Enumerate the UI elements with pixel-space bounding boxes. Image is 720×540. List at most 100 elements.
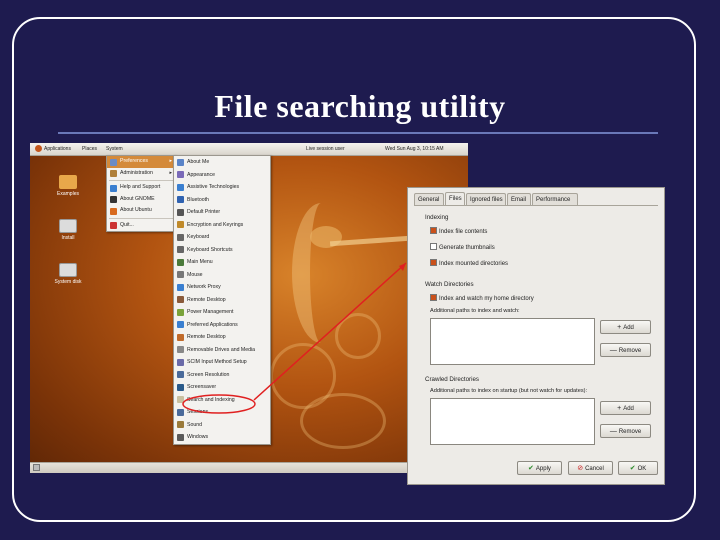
preferences-menu-item[interactable]: Screen Resolution — [174, 369, 270, 382]
preferences-menu-item[interactable]: Power Management — [174, 306, 270, 319]
ok-button[interactable]: ✔ OK — [618, 461, 658, 475]
preferences-menu-item[interactable]: About Me — [174, 156, 270, 169]
indexing-section-title: Indexing — [425, 214, 449, 221]
applications-menu[interactable]: Applications — [44, 146, 71, 152]
menu-item-icon — [110, 207, 117, 215]
drive-icon — [59, 263, 77, 277]
system-menu-item[interactable]: About GNOME — [107, 194, 175, 206]
watch-remove-button[interactable]: — Remove — [600, 343, 651, 357]
desktop-icon-disk[interactable]: System disk — [46, 263, 90, 285]
generate-thumbnails-checkbox[interactable]: Generate thumbnails — [430, 243, 495, 251]
places-menu[interactable]: Places — [82, 146, 97, 152]
system-menu-item[interactable]: Preferences ▸ — [107, 156, 175, 168]
menu-item-label: Sessions — [187, 409, 209, 415]
menu-item-icon — [177, 383, 184, 391]
system-menu-item[interactable]: Administration ▸ — [107, 168, 175, 180]
crawled-paths-list[interactable] — [430, 398, 595, 445]
tab-email[interactable]: Email — [507, 193, 531, 205]
menu-item-label: Remote Desktop — [187, 296, 226, 303]
menu-item-icon — [110, 196, 117, 203]
preferences-menu-item[interactable]: Sessions — [174, 406, 270, 419]
index-mounted-dirs-checkbox[interactable]: Index mounted directories — [430, 259, 508, 267]
menu-item-label: Preferences — [120, 158, 148, 164]
submenu-arrow-icon: ▸ — [169, 169, 172, 176]
plus-icon: + — [617, 324, 622, 331]
menu-item-label: About GNOME — [120, 195, 155, 202]
preferences-menu-item[interactable]: Preferred Applications — [174, 319, 270, 332]
preferences-menu-item[interactable]: Remote Desktop — [174, 294, 270, 307]
desktop-icon-examples[interactable]: Examples — [46, 175, 90, 197]
system-menu[interactable]: System — [106, 146, 123, 152]
menu-item-icon — [177, 183, 184, 191]
crawled-add-button[interactable]: + Add — [600, 401, 651, 415]
menu-item-icon — [177, 258, 184, 266]
preferences-menu-item[interactable]: Bluetooth — [174, 194, 270, 207]
desktop-icon-label: Examples — [57, 191, 79, 197]
preferences-menu-item[interactable]: Keyboard — [174, 231, 270, 244]
menu-item-icon — [110, 222, 117, 229]
system-menu-item[interactable]: Help and Support — [107, 182, 175, 194]
menu-item-label: Remote Desktop — [187, 334, 226, 340]
menu-item-icon — [110, 170, 117, 177]
tab-files[interactable]: Files — [445, 192, 465, 205]
crawled-remove-button[interactable]: — Remove — [600, 424, 651, 438]
panel-clock[interactable]: Wed Sun Aug 3, 10:15 AM — [385, 146, 444, 152]
search-and-indexing-item[interactable]: Search and Indexing — [174, 394, 270, 407]
menu-item-icon — [177, 171, 184, 178]
menu-separator — [109, 217, 173, 219]
preferences-menu-item[interactable]: Default Printer — [174, 206, 270, 219]
menu-item-icon — [177, 271, 184, 278]
cancel-button[interactable]: ⊘ Cancel — [568, 461, 613, 475]
preferences-menu-item[interactable]: Assistive Technologies — [174, 181, 270, 194]
desktop-icon-install[interactable]: Install — [46, 219, 90, 241]
menu-item-label: Windows — [187, 434, 209, 440]
preferences-menu-item[interactable]: Sound — [174, 419, 270, 432]
button-label: Remove — [618, 429, 642, 435]
preferences-menu-item[interactable]: Removable Drives and Media — [174, 344, 270, 357]
menu-item-icon — [177, 433, 184, 441]
tab-performance[interactable]: Performance — [532, 193, 578, 205]
preferences-menu-item[interactable]: Keyboard Shortcuts — [174, 244, 270, 257]
wallpaper-swirl — [300, 393, 386, 449]
menu-item-label: Keyboard — [187, 234, 210, 240]
submenu-arrow-icon: ▸ — [169, 158, 172, 164]
menu-item-label: Keyboard Shortcuts — [187, 246, 233, 253]
preferences-menu-item[interactable]: Network Proxy — [174, 281, 270, 294]
button-label: OK — [637, 466, 647, 472]
apply-button[interactable]: ✔ Apply — [517, 461, 562, 475]
preferences-menu-item[interactable]: Encryption and Keyrings — [174, 219, 270, 232]
installer-icon — [59, 219, 77, 233]
session-user[interactable]: Live session user — [306, 146, 345, 152]
desktop-icon-label: System disk — [54, 279, 82, 285]
wallpaper-swirl — [335, 313, 381, 359]
title-divider — [58, 132, 658, 134]
preferences-menu-item[interactable]: Screensaver — [174, 381, 270, 394]
menu-item-icon — [177, 233, 184, 241]
system-menu-item[interactable]: About Ubuntu — [107, 205, 175, 217]
desktop-screenshot: Applications Places System Live session … — [30, 143, 468, 473]
menu-item-icon — [177, 371, 184, 378]
menu-item-icon — [177, 396, 184, 403]
tab-ignored-files[interactable]: Ignored files — [466, 193, 506, 205]
preferences-menu-item[interactable]: SCIM Input Method Setup — [174, 356, 270, 369]
tab-general[interactable]: General — [414, 193, 444, 205]
minus-icon: — — [609, 347, 617, 354]
search-indexing-dialog: General Files Ignored files Email Performanc… — [407, 187, 665, 485]
index-file-contents-checkbox[interactable]: Index file contents — [430, 227, 487, 235]
preferences-menu-item[interactable]: Main Menu — [174, 256, 270, 269]
watch-paths-list[interactable] — [430, 318, 595, 365]
preferences-menu-item[interactable]: Appearance — [174, 169, 270, 182]
preferences-menu-item[interactable]: Windows — [174, 431, 270, 444]
watch-add-button[interactable]: + Add — [600, 320, 651, 334]
preferences-menu-item[interactable]: Mouse — [174, 269, 270, 282]
system-menu-item[interactable]: Quit... — [107, 220, 175, 232]
menu-item-label: About Ubuntu — [120, 207, 152, 213]
watch-home-checkbox[interactable]: Index and watch my home directory — [430, 294, 534, 302]
checkbox-label: Index file contents — [439, 229, 488, 235]
preferences-menu-item[interactable]: Remote Desktop — [174, 331, 270, 344]
menu-item-label: Encryption and Keyrings — [187, 221, 244, 228]
menu-item-label: Screen Resolution — [187, 371, 230, 378]
menu-item-icon — [177, 408, 184, 416]
menu-item-label: Search and Indexing — [187, 396, 235, 403]
show-desktop-icon[interactable] — [33, 464, 40, 471]
